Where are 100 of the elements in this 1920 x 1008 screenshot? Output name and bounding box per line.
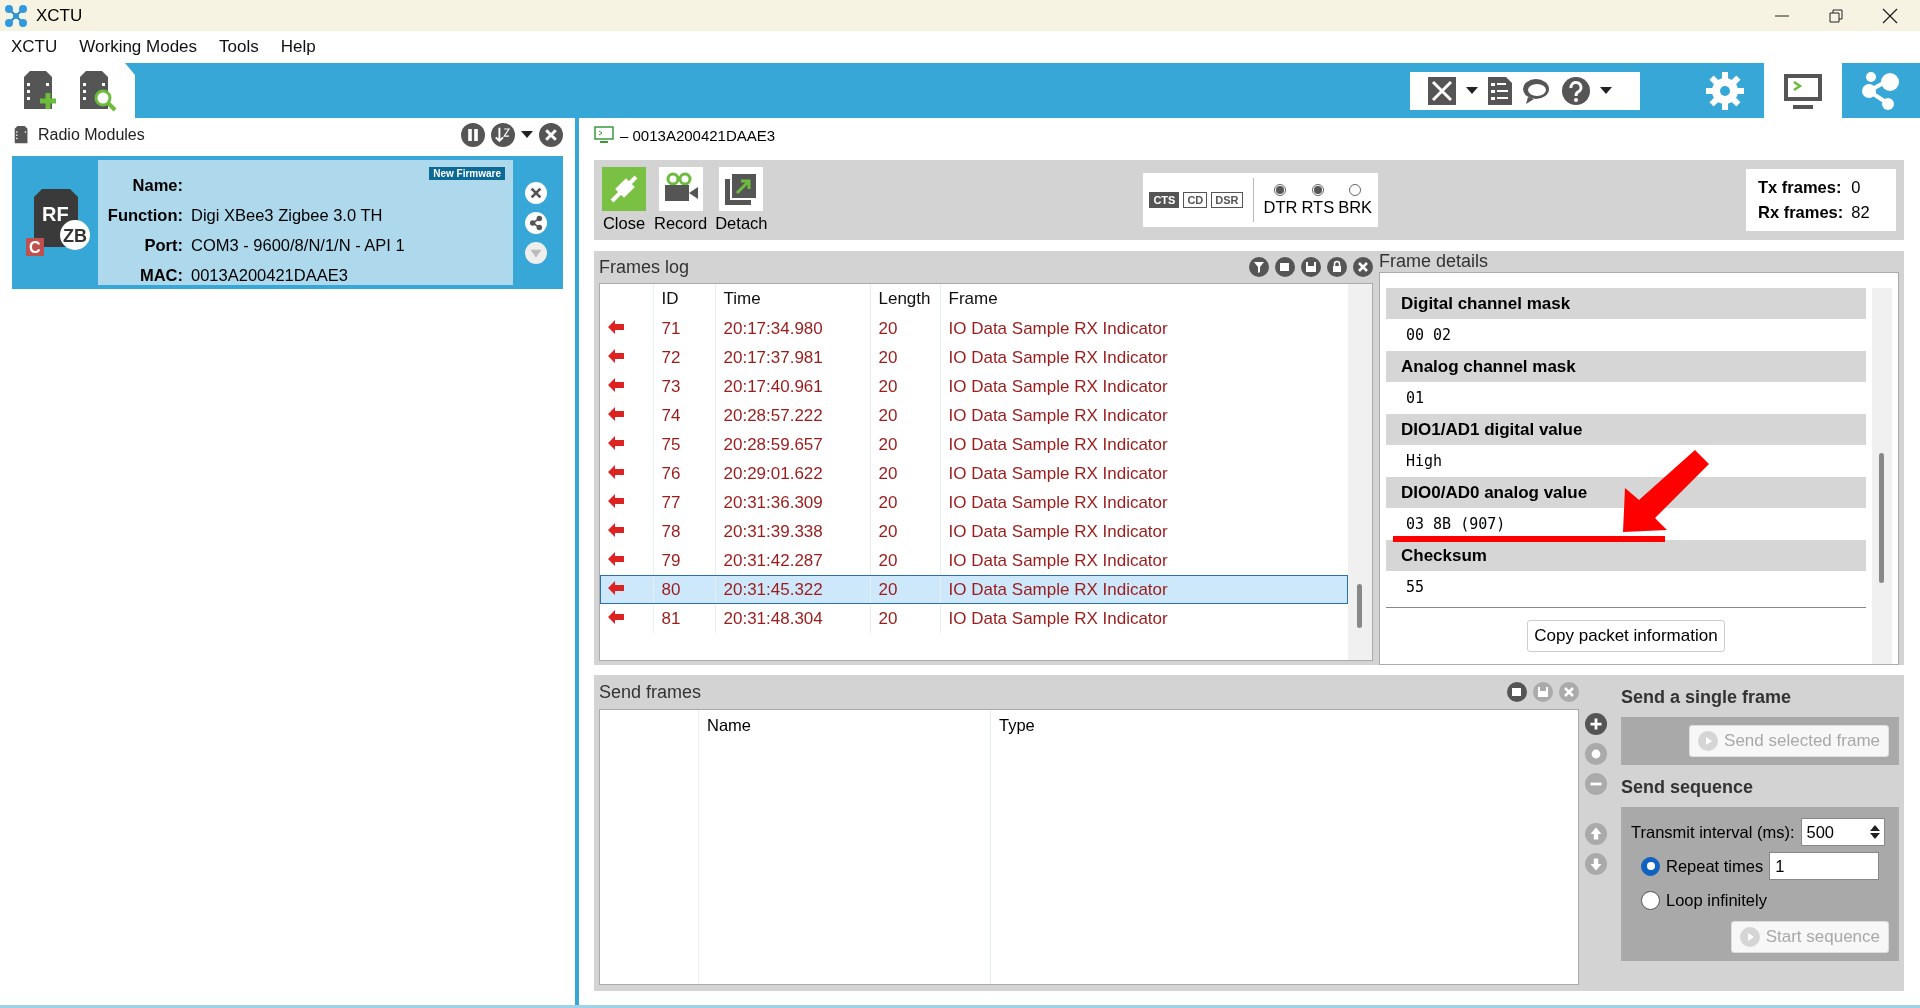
- field-label: Name:: [131, 175, 184, 195]
- table-cell: 72: [653, 343, 715, 372]
- scrollbar[interactable]: [1879, 453, 1884, 583]
- interval-field[interactable]: 500: [1800, 818, 1885, 846]
- signal-label: BRK: [1338, 197, 1373, 217]
- column-header[interactable]: ID: [653, 284, 715, 314]
- column-header[interactable]: Name: [707, 716, 751, 734]
- field-value: High: [1406, 452, 1443, 470]
- table-cell: 20:28:57.222: [715, 401, 870, 430]
- close-icon[interactable]: [539, 123, 563, 147]
- field-label: Port:: [143, 235, 184, 255]
- field-value: 55: [1406, 578, 1425, 596]
- table-cell: 20:31:36.309: [715, 488, 870, 517]
- table-cell: 20: [870, 372, 940, 401]
- spin-up-icon[interactable]: [1869, 825, 1880, 831]
- signal-label: DTR: [1263, 197, 1298, 217]
- firmware-badge: New Firmware: [429, 167, 505, 180]
- radio-button[interactable]: [1641, 890, 1660, 910]
- copy-button[interactable]: Copy packet information: [1527, 620, 1725, 652]
- radio-label: Repeat times: [1666, 856, 1764, 876]
- table-cell: 75: [653, 430, 715, 459]
- radio-button[interactable]: [1641, 856, 1660, 876]
- table-cell: 20:31:42.287: [715, 546, 870, 575]
- repeat-field[interactable]: 1: [1769, 852, 1880, 880]
- table-cell: 20: [870, 604, 940, 633]
- panel-title: Radio Modules: [38, 126, 146, 144]
- close-icon[interactable]: [1353, 257, 1373, 277]
- left-arrow-icon: [608, 348, 624, 363]
- chat-icon[interactable]: [1522, 76, 1552, 105]
- scrollbar[interactable]: [1357, 584, 1362, 628]
- menu-item[interactable]: Help: [269, 37, 327, 57]
- add-icon[interactable]: [1585, 713, 1607, 735]
- help-icon[interactable]: [1562, 76, 1590, 105]
- section-title: Send frames: [599, 681, 703, 703]
- signal-label: RTS: [1301, 197, 1335, 217]
- field-name: DIO1/AD1 digital value: [1386, 414, 1866, 445]
- table-cell: 79: [653, 546, 715, 575]
- table-cell: 20:17:34.980: [715, 314, 870, 343]
- left-arrow-icon: [608, 464, 624, 479]
- network-icon[interactable]: [525, 211, 547, 234]
- section-title: Frame details: [1379, 251, 1490, 272]
- toolbar-button[interactable]: Record: [654, 167, 708, 233]
- spin-down-icon[interactable]: [1869, 833, 1880, 839]
- table-cell: 81: [653, 604, 715, 633]
- field-name: Digital channel mask: [1386, 288, 1866, 319]
- table-row[interactable]: 80 20:31:45.322 20 IO Data Sample RX Indicator: [600, 575, 1348, 604]
- line-indicator: DSR: [1211, 192, 1243, 208]
- table-cell: 73: [653, 372, 715, 401]
- filter-icon[interactable]: [1249, 257, 1269, 277]
- left-arrow-icon: [608, 319, 624, 334]
- camera-icon: [658, 167, 703, 211]
- counter-label: Tx frames:: [1758, 178, 1843, 197]
- toolbar-button[interactable]: Close: [602, 167, 646, 233]
- columns-icon[interactable]: [461, 123, 485, 147]
- table-cell: 20: [870, 401, 940, 430]
- restore-icon[interactable]: [1828, 7, 1844, 24]
- list-icon[interactable]: [1488, 76, 1512, 105]
- column-header[interactable]: Length: [870, 284, 940, 314]
- table-cell: 20: [870, 517, 940, 546]
- left-arrow-icon: [608, 580, 624, 595]
- left-arrow-icon: [608, 609, 624, 624]
- section-title: Send a single frame: [1621, 685, 1793, 709]
- radio-button[interactable]: [1349, 183, 1362, 196]
- column-header[interactable]: Type: [999, 716, 1035, 734]
- menu-item[interactable]: XCTU: [0, 37, 69, 57]
- field-label: Function:: [106, 205, 184, 225]
- close-icon[interactable]: [1882, 7, 1898, 24]
- table-cell: 80: [653, 575, 715, 604]
- section-title: Send sequence: [1621, 775, 1755, 799]
- radio-button[interactable]: [1311, 183, 1324, 196]
- table-cell: 20: [870, 546, 940, 575]
- menu-item[interactable]: Tools: [208, 37, 270, 57]
- column-header[interactable]: Time: [715, 284, 870, 314]
- lock-icon[interactable]: [1327, 257, 1347, 277]
- field-name: Checksum: [1386, 540, 1866, 571]
- field-name: DIO0/AD0 analog value: [1386, 477, 1866, 508]
- toolbar-button[interactable]: Detach: [715, 167, 768, 233]
- left-arrow-icon: [608, 406, 624, 421]
- caret-icon[interactable]: [1466, 86, 1478, 95]
- module-card[interactable]: RF ZB C New Firmware Name: Function: Digi XBee3 Zigbee 3.0 TH Port: COM3 - 9600/8/N/1/N - API 1 MAC: 0013A200421DAAE3: [12, 156, 563, 289]
- left-arrow-icon: [608, 522, 624, 537]
- field-value: COM3 - 9600/8/N/1/N - API 1: [191, 235, 405, 255]
- field-value: 03 8B (907): [1406, 515, 1506, 533]
- left-arrow-icon: [608, 493, 624, 508]
- table-cell: 77: [653, 488, 715, 517]
- close-icon[interactable]: [525, 181, 547, 204]
- table-cell: 20:28:59.657: [715, 430, 870, 459]
- field-value: 0013A200421DAAE3: [191, 265, 348, 285]
- plug-icon: [602, 167, 646, 211]
- save-icon[interactable]: [1301, 257, 1321, 277]
- field-value: Digi XBee3 Zigbee 3.0 TH: [191, 205, 383, 225]
- caret-icon[interactable]: [1600, 86, 1612, 95]
- table-cell: 76: [653, 459, 715, 488]
- detach-icon: [719, 167, 764, 211]
- sort-icon[interactable]: [491, 123, 515, 147]
- radio-button[interactable]: [1274, 183, 1287, 196]
- console-title: – 0013A200421DAAE3: [620, 126, 776, 144]
- table-cell: 20: [870, 343, 940, 372]
- menu-item[interactable]: Working Modes: [68, 37, 209, 57]
- caret-icon[interactable]: [521, 131, 533, 139]
